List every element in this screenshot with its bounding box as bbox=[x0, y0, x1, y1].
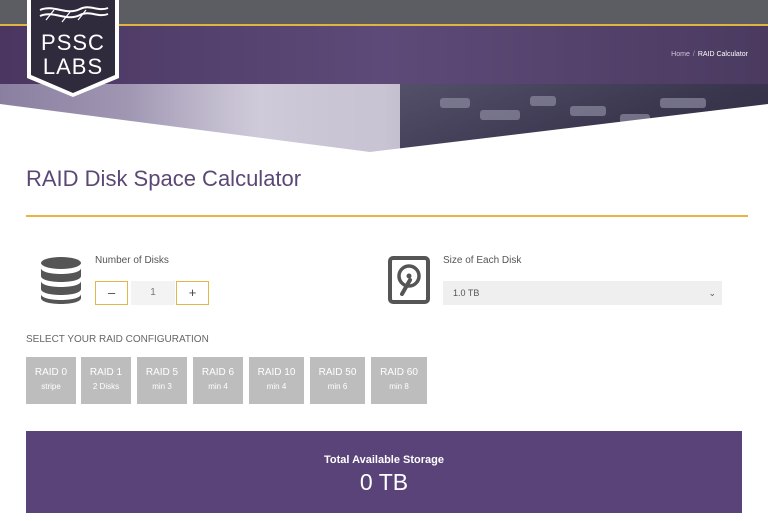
raid-option-requirement: min 8 bbox=[389, 382, 409, 391]
disk-size-select[interactable]: 1.0 TB ⌄ bbox=[443, 281, 722, 305]
raid-5-button[interactable]: RAID 5 min 3 bbox=[137, 357, 187, 404]
raid-option-requirement: stripe bbox=[41, 382, 61, 391]
raid-1-button[interactable]: RAID 1 2 Disks bbox=[81, 357, 131, 404]
disk-size-label: Size of Each Disk bbox=[443, 255, 522, 266]
total-storage-label: Total Available Storage bbox=[323, 454, 444, 466]
breadcrumb-separator: / bbox=[692, 51, 695, 58]
hero-chevron-shape bbox=[0, 104, 768, 156]
raid-option-requirement: 2 Disks bbox=[92, 382, 120, 391]
raid-option-name: RAID 5 bbox=[145, 367, 179, 378]
raid-6-button[interactable]: RAID 6 min 4 bbox=[193, 357, 243, 404]
hard-drive-icon bbox=[388, 256, 430, 304]
logo-text-line1: PSSC bbox=[41, 30, 105, 55]
raid-60-button[interactable]: RAID 60 min 8 bbox=[371, 357, 427, 404]
raid-option-name: RAID 10 bbox=[257, 367, 296, 378]
database-icon bbox=[41, 257, 81, 304]
raid-10-button[interactable]: RAID 10 min 4 bbox=[249, 357, 304, 404]
raid-option-requirement: min 4 bbox=[208, 382, 228, 391]
raid-option-name: RAID 60 bbox=[380, 367, 418, 378]
page-title: RAID Disk Space Calculator bbox=[26, 166, 302, 191]
raid-option-name: RAID 50 bbox=[318, 367, 357, 378]
raid-option-requirement: min 4 bbox=[266, 382, 287, 391]
pssc-labs-logo[interactable]: PSSC LABS bbox=[26, 0, 120, 98]
logo-text-line2: LABS bbox=[42, 54, 104, 79]
decrement-disks-button[interactable]: – bbox=[95, 281, 128, 305]
breadcrumb: Home / RAID Calculator bbox=[671, 51, 748, 58]
total-storage-panel: Total Available Storage 0 TB bbox=[26, 431, 742, 513]
title-divider bbox=[26, 215, 748, 217]
raid-option-name: RAID 0 bbox=[34, 367, 68, 378]
disk-size-selected-value: 1.0 TB bbox=[453, 288, 480, 298]
raid-option-requirement: min 6 bbox=[327, 382, 348, 391]
raid-option-requirement: min 3 bbox=[152, 382, 172, 391]
chevron-down-icon: ⌄ bbox=[708, 288, 716, 298]
disk-count-input[interactable]: 1 bbox=[131, 281, 175, 305]
raid-option-name: RAID 1 bbox=[89, 367, 123, 378]
raid-0-button[interactable]: RAID 0 stripe bbox=[26, 357, 76, 404]
total-storage-value: 0 TB bbox=[359, 469, 409, 495]
raid-50-button[interactable]: RAID 50 min 6 bbox=[310, 357, 365, 404]
raid-configuration-heading: SELECT YOUR RAID CONFIGURATION bbox=[26, 334, 209, 345]
number-of-disks-label: Number of Disks bbox=[95, 255, 169, 266]
increment-disks-button[interactable]: + bbox=[176, 281, 209, 305]
breadcrumb-current: RAID Calculator bbox=[697, 51, 748, 58]
raid-option-name: RAID 6 bbox=[201, 367, 235, 378]
breadcrumb-home-link[interactable]: Home bbox=[671, 51, 690, 58]
